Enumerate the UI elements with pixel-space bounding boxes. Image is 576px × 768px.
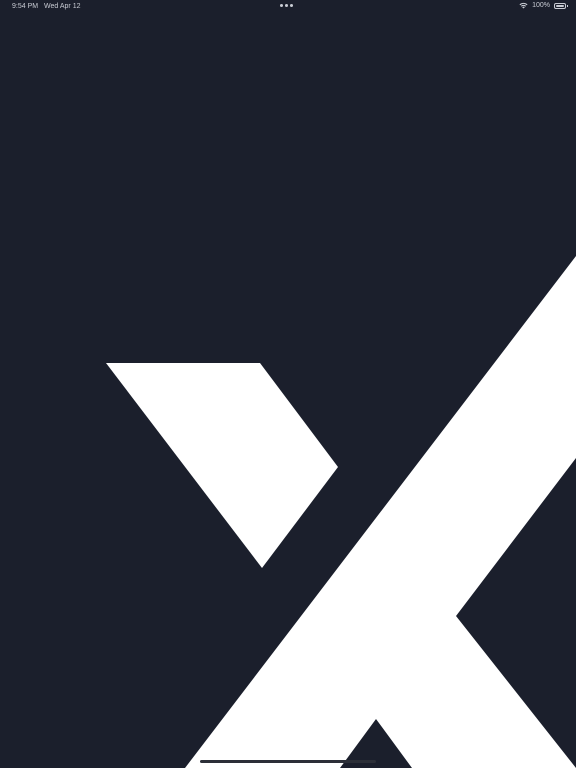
- status-bar: 9:54 PM Wed Apr 12 100%: [0, 0, 576, 14]
- dot: [290, 4, 293, 7]
- x-logo-left-shape: [106, 363, 338, 568]
- battery-icon: [554, 2, 568, 9]
- home-indicator[interactable]: [200, 760, 376, 763]
- more-dots-icon[interactable]: [280, 4, 293, 7]
- status-right: 100%: [519, 2, 568, 9]
- dot: [285, 4, 288, 7]
- x-logo-icon: [106, 256, 576, 768]
- status-time: 9:54 PM: [12, 3, 39, 10]
- splash-screen: 9:54 PM Wed Apr 12 100%: [0, 0, 576, 768]
- status-left: 9:54 PM Wed Apr 12: [12, 3, 84, 10]
- status-date: Wed Apr 12: [44, 3, 81, 10]
- dot: [280, 4, 283, 7]
- battery-percent: 100%: [532, 2, 550, 9]
- wifi-icon: [519, 2, 528, 9]
